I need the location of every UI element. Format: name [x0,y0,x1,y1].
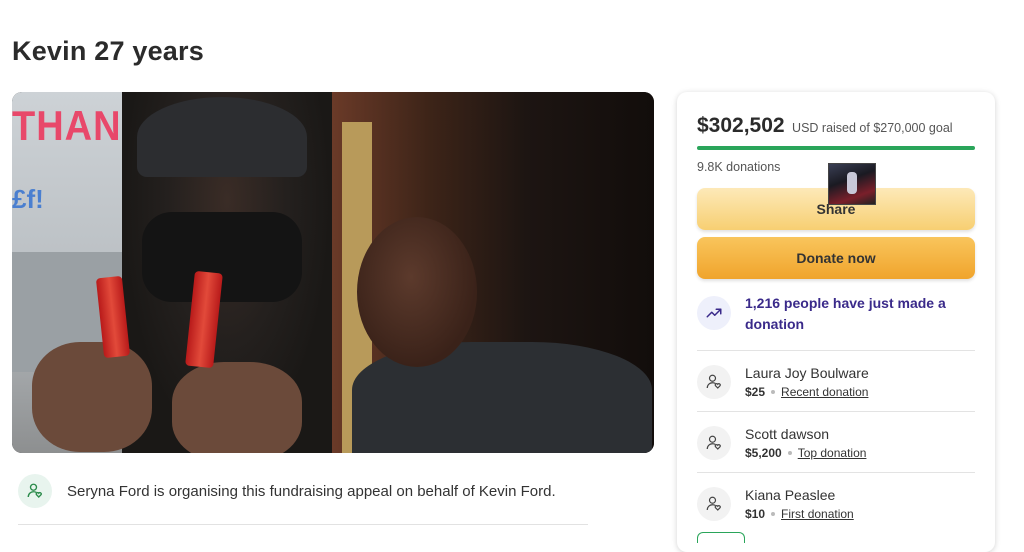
organiser-row: Seryna Ford is organising this fundraisi… [18,474,556,508]
amount-raised: $302,502 [697,114,785,137]
donation-card: $302,502 USD raised of $270,000 goal 9.8… [677,92,995,552]
progress-fill [697,146,975,150]
hand-left [32,342,152,452]
section-divider [18,524,588,525]
donor-item: Scott dawson $5,200 Top donation [697,411,975,473]
recent-activity: 1,216 people have just made a donation [697,295,975,335]
donor-name: Scott dawson [745,425,830,442]
separator-dot [787,450,792,455]
person-mask [142,212,302,302]
recent-activity-text: 1,216 people have just made a donation [745,295,946,332]
donations-count: 9.8K donations [697,160,781,174]
donor-heart-icon [697,425,731,460]
page-title: Kevin 27 years [12,36,204,66]
goal-text: USD raised of $270,000 goal [792,121,953,135]
donor-name: Laura Joy Boulware [745,364,869,381]
donor-tag-link[interactable]: First donation [781,507,854,521]
person-cap [137,97,307,177]
donate-now-button[interactable]: Donate now [697,237,975,279]
person-right-head [357,217,477,367]
see-all-button-edge[interactable] [697,532,745,543]
progress-bar [697,146,975,150]
wall-sign-text-2: £f! [12,184,44,214]
donor-item: Kiana Peaslee $10 First donation [697,472,975,534]
donor-heart-icon [697,486,731,521]
donor-item: Laura Joy Boulware $25 Recent donation [697,350,975,412]
trending-up-icon [697,296,731,330]
donor-tag-link[interactable]: Recent donation [781,385,868,399]
user-heart-icon [18,474,52,508]
donor-tag-link[interactable]: Top donation [798,446,867,460]
donor-amount: $5,200 [745,445,782,460]
donor-amount: $10 [745,506,766,521]
amount-row: $302,502 USD raised of $270,000 goal [697,114,953,138]
donor-heart-icon [697,364,731,399]
donor-name: Kiana Peaslee [745,486,836,503]
separator-dot [771,511,776,516]
separator-dot [771,389,776,394]
campaign-hero-photo[interactable]: THANKFUL £f! [12,92,654,453]
hand-right [172,362,302,453]
donor-amount: $25 [745,384,766,399]
organiser-text: Seryna Ford is organising this fundraisi… [67,482,556,500]
floating-thumbnail [828,163,876,205]
